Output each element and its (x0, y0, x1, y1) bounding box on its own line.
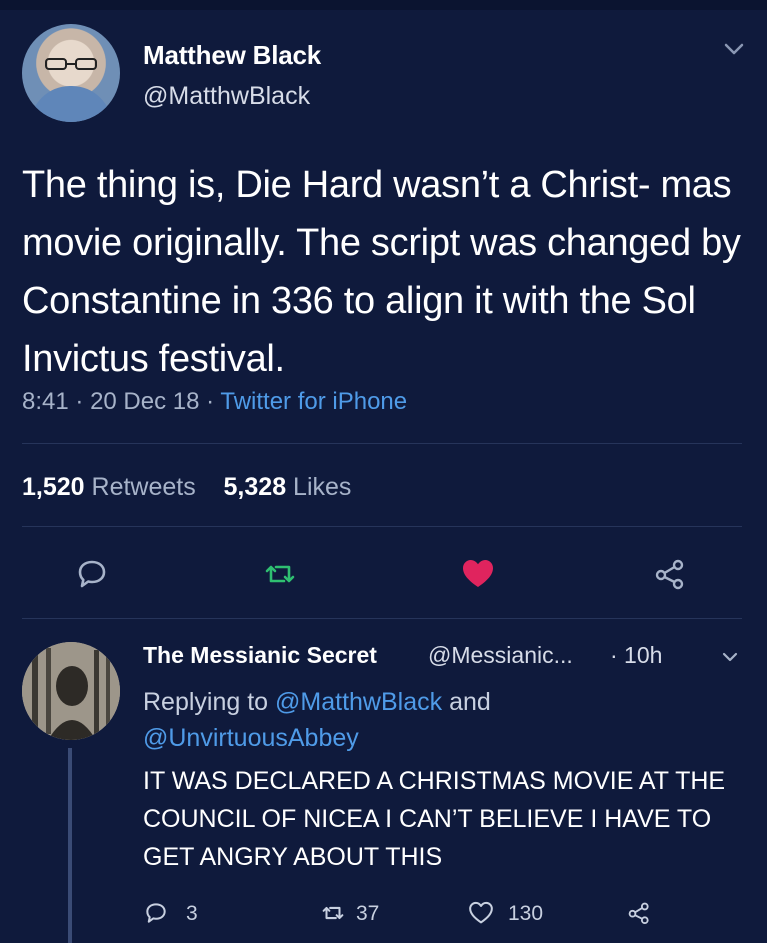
tweet-source[interactable]: Twitter for iPhone (220, 388, 407, 415)
reply-icon[interactable] (74, 556, 110, 592)
meta-separator: · (206, 388, 221, 415)
replying-handle[interactable]: @UnvirtuousAbbey (143, 724, 359, 752)
author-name[interactable]: Matthew Black (143, 40, 321, 71)
share-icon[interactable] (626, 900, 652, 926)
likes-label[interactable]: Likes (293, 473, 351, 501)
replying-handle[interactable]: @MatthwBlack (275, 688, 442, 716)
heart-icon[interactable] (468, 900, 494, 926)
replying-prefix: Replying to (143, 688, 269, 716)
likes-count[interactable]: 5,328 (224, 473, 287, 501)
replying-and: and (449, 688, 491, 716)
retweets-label[interactable]: Retweets (92, 473, 196, 501)
reply-author-name[interactable]: The Messianic Secret (143, 642, 377, 669)
tweet-time: 8:41 (22, 388, 69, 415)
reply-author-avatar[interactable] (22, 642, 120, 740)
reply-time[interactable]: · 10h (610, 642, 662, 669)
reply-icon[interactable] (143, 900, 169, 926)
retweets-count[interactable]: 1,520 (22, 473, 85, 501)
like-count: 130 (508, 902, 544, 925)
chevron-down-icon[interactable] (722, 650, 738, 664)
divider (22, 526, 742, 527)
reply-count: 3 (186, 902, 198, 925)
reply-text: IT WAS DECLARED A CHRISTMAS MOVIE AT THE… (143, 767, 726, 871)
author-handle[interactable]: @MatthwBlack (143, 82, 310, 111)
divider (22, 443, 742, 444)
retweet-icon[interactable] (320, 900, 346, 926)
tweet-date: 20 Dec 18 (90, 388, 200, 415)
chevron-down-icon[interactable] (723, 40, 745, 58)
top-bar (0, 0, 767, 10)
tweet-meta: 8:41 · 20 Dec 18 · Twitter for iPhone (22, 388, 407, 416)
divider (22, 618, 742, 619)
share-icon[interactable] (652, 556, 688, 592)
tweet-stats: 1,520 Retweets 5,328 Likes (22, 473, 351, 502)
author-avatar[interactable] (22, 24, 120, 122)
heart-icon[interactable] (460, 556, 496, 592)
thread-line (68, 748, 72, 943)
replying-to: Replying to @MatthwBlack and @Unvirtuous… (143, 684, 743, 756)
retweet-count: 37 (356, 902, 380, 925)
reply-author-handle[interactable]: @Messianic... (428, 642, 573, 669)
tweet-text: The thing is, Die Hard wasn’t a Christ- … (22, 164, 741, 380)
meta-separator: · (75, 388, 91, 415)
retweet-icon[interactable] (262, 556, 298, 592)
